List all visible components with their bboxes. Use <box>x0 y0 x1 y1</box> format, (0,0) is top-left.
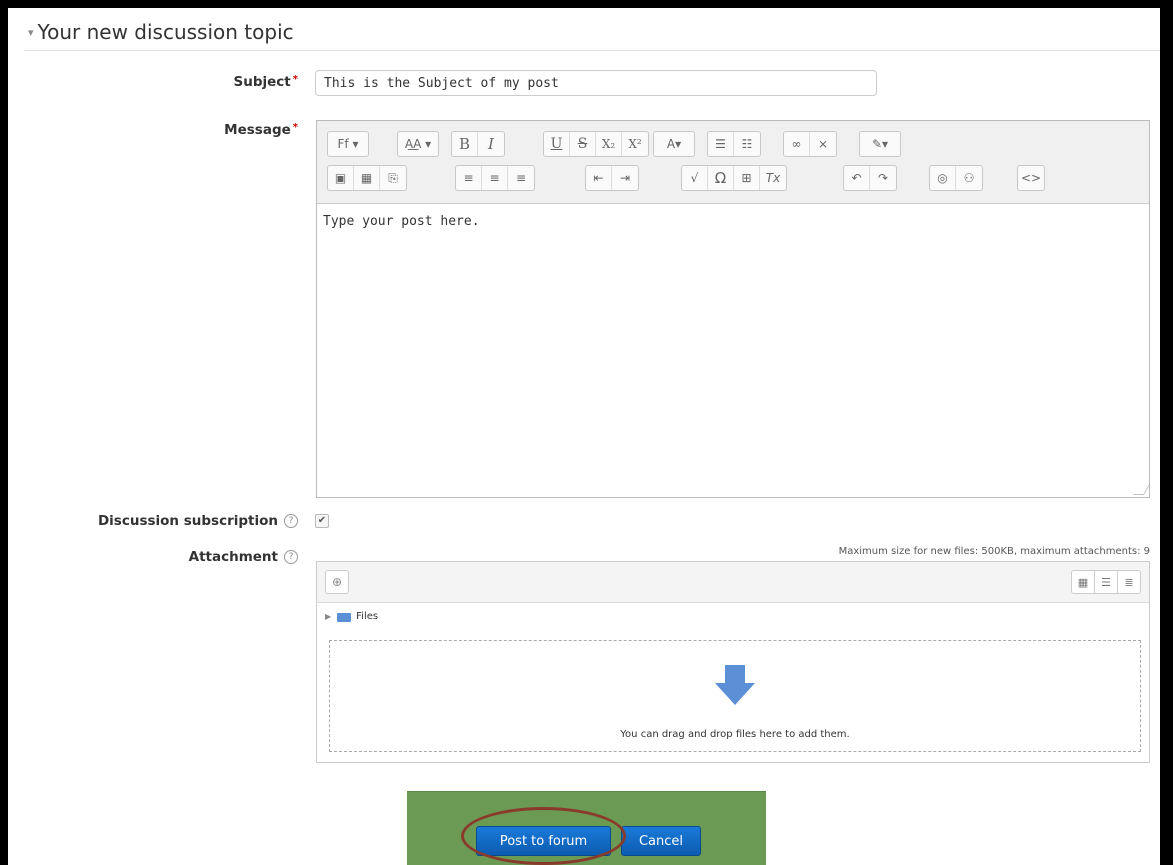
link-icon[interactable]: ∞ <box>784 132 810 156</box>
superscript-icon[interactable]: X² <box>622 132 648 156</box>
collapse-triangle-icon[interactable]: ▾ <box>28 26 34 39</box>
help-icon[interactable]: ? <box>284 550 298 564</box>
attachment-label: Attachment? <box>148 549 298 565</box>
paste-icon[interactable]: ⎘ <box>380 166 406 190</box>
subject-label: Subject * <box>198 74 298 90</box>
subject-input[interactable]: This is the Subject of my post <box>315 70 877 96</box>
media-group: ▣ ▦ ⎘ <box>327 165 407 191</box>
message-label: Message * <box>198 122 298 138</box>
message-editor[interactable]: Ff ▾ A͟A ▾ B I U S X₂ X² A▾ ☰ ☷ ∞ ⨯ ✎▾ ▣… <box>316 120 1151 498</box>
message-textarea[interactable]: Type your post here. <box>317 204 1149 497</box>
text-decoration-group: U S X₂ X² <box>543 131 649 157</box>
align-right-icon[interactable]: ≡ <box>508 166 534 190</box>
subscript-icon[interactable]: X₂ <box>596 132 622 156</box>
strikethrough-icon[interactable]: S <box>570 132 596 156</box>
text-color-dropdown-icon[interactable]: A▾ <box>654 132 694 156</box>
tree-view-icon[interactable]: ≣ <box>1118 571 1140 593</box>
file-picker: ⊕ ▦ ☰ ≣ ▶ Files You can drag and drop fi… <box>316 561 1150 763</box>
list-group: ☰ ☷ <box>707 131 761 157</box>
spellcheck-group: ✎▾ <box>859 131 901 157</box>
bold-icon[interactable]: B <box>452 132 478 156</box>
drop-zone-text: You can drag and drop files here to add … <box>620 729 850 740</box>
align-group: ≡ ≡ ≡ <box>455 165 535 191</box>
align-center-icon[interactable]: ≡ <box>482 166 508 190</box>
font-family-dropdown-icon[interactable]: Ff ▾ <box>328 132 368 156</box>
font-family-group: Ff ▾ <box>327 131 369 157</box>
html-source-icon[interactable]: <> <box>1018 166 1044 190</box>
subscription-checkbox[interactable]: ✔ <box>315 514 329 528</box>
table-icon[interactable]: ⊞ <box>734 166 760 190</box>
attachment-label-text: Attachment <box>188 549 278 565</box>
clear-formatting-icon[interactable]: Tx <box>760 166 786 190</box>
download-arrow-icon <box>715 665 755 705</box>
outdent-icon[interactable]: ⇤ <box>586 166 612 190</box>
expand-arrow-icon[interactable]: ▶ <box>325 612 331 621</box>
editor-toolbar: Ff ▾ A͟A ▾ B I U S X₂ X² A▾ ☰ ☷ ∞ ⨯ ✎▾ ▣… <box>317 121 1149 204</box>
files-folder-label: Files <box>356 610 379 622</box>
screenreader-helper-icon[interactable]: ⚇ <box>956 166 982 190</box>
accessibility-group: ◎ ⚇ <box>929 165 983 191</box>
subscription-label: Discussion subscription? <box>48 513 298 529</box>
text-color-group: A▾ <box>653 131 695 157</box>
section-title: Your new discussion topic <box>37 20 294 44</box>
icon-view-icon[interactable]: ▦ <box>1072 571 1095 593</box>
accessibility-checker-icon[interactable]: ◎ <box>930 166 956 190</box>
subject-label-text: Subject <box>233 74 291 90</box>
link-group: ∞ ⨯ <box>783 131 837 157</box>
folder-icon <box>337 612 352 622</box>
indent-icon[interactable]: ⇥ <box>612 166 638 190</box>
section-header[interactable]: ▾ Your new discussion topic <box>28 20 294 44</box>
form-actions: Post to forum Cancel <box>407 791 766 865</box>
spellcheck-dropdown-icon[interactable]: ✎▾ <box>860 132 900 156</box>
italic-icon[interactable]: I <box>478 132 504 156</box>
add-file-icon[interactable]: ⊕ <box>325 570 349 594</box>
font-size-dropdown-icon[interactable]: A͟A ▾ <box>398 132 438 156</box>
bulleted-list-icon[interactable]: ☰ <box>708 132 734 156</box>
special-character-icon[interactable]: Ω <box>708 166 734 190</box>
indent-group: ⇤ ⇥ <box>585 165 639 191</box>
font-size-group: A͟A ▾ <box>397 131 439 157</box>
equation-icon[interactable]: √ <box>682 166 708 190</box>
unlink-icon[interactable]: ⨯ <box>810 132 836 156</box>
subject-input-value: This is the Subject of my post <box>324 75 559 91</box>
undo-icon[interactable]: ↶ <box>844 166 870 190</box>
attachment-limits: Maximum size for new files: 500KB, maxim… <box>838 546 1150 557</box>
section-divider <box>24 50 1160 51</box>
underline-icon[interactable]: U <box>544 132 570 156</box>
subscription-label-text: Discussion subscription <box>97 513 278 529</box>
redo-icon[interactable]: ↷ <box>870 166 896 190</box>
post-to-forum-button[interactable]: Post to forum <box>476 826 611 856</box>
required-marker: * <box>292 122 298 133</box>
insert-group: √ Ω ⊞ Tx <box>681 165 787 191</box>
message-label-text: Message <box>224 122 291 138</box>
cancel-button[interactable]: Cancel <box>621 826 701 856</box>
image-icon[interactable]: ▣ <box>328 166 354 190</box>
list-view-icon[interactable]: ☰ <box>1095 571 1118 593</box>
drop-zone[interactable]: You can drag and drop files here to add … <box>329 640 1141 752</box>
forum-post-form: ▾ Your new discussion topic Subject * Thi… <box>8 8 1160 865</box>
required-marker: * <box>292 74 298 85</box>
numbered-list-icon[interactable]: ☷ <box>734 132 760 156</box>
html-group: <> <box>1017 165 1045 191</box>
text-style-group: B I <box>451 131 505 157</box>
file-picker-path[interactable]: ▶ Files <box>317 603 1149 629</box>
history-group: ↶ ↷ <box>843 165 897 191</box>
media-icon[interactable]: ▦ <box>354 166 380 190</box>
view-switcher: ▦ ☰ ≣ <box>1071 570 1141 594</box>
help-icon[interactable]: ? <box>284 514 298 528</box>
align-left-icon[interactable]: ≡ <box>456 166 482 190</box>
file-picker-toolbar: ⊕ ▦ ☰ ≣ <box>317 562 1149 603</box>
